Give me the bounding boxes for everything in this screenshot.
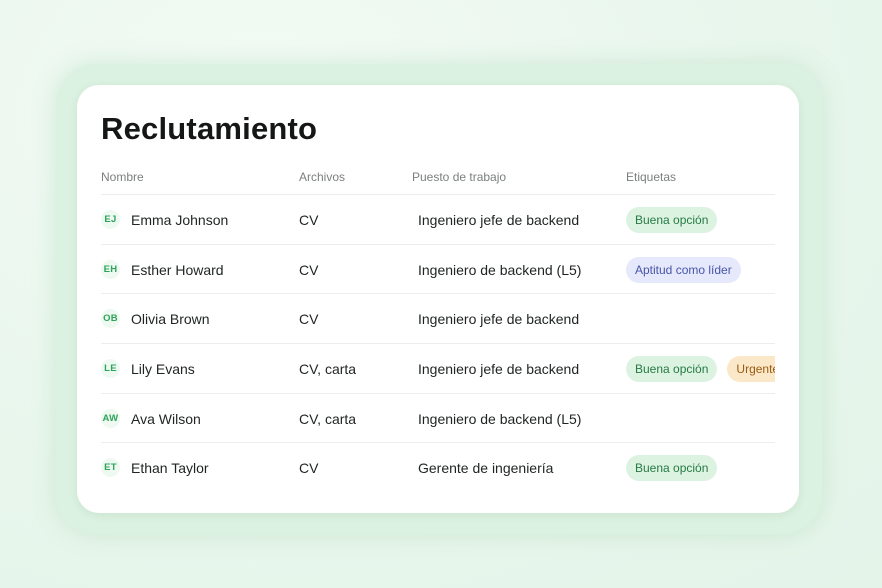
tag-badge[interactable]: Aptitud como líder	[626, 256, 741, 283]
tag-list: Aptitud como líder	[626, 256, 741, 283]
table-header: Nombre Archivos Puesto de trabajo Etique…	[101, 161, 775, 195]
header-name[interactable]: Nombre	[101, 170, 144, 184]
candidate-name: Emma Johnson	[131, 212, 229, 228]
avatar: ET	[101, 458, 120, 478]
avatar: LE	[101, 359, 120, 379]
table-row[interactable]: ET Ethan Taylor CV Gerente de ingeniería…	[101, 443, 775, 493]
header-job[interactable]: Puesto de trabajo	[412, 170, 506, 184]
candidate-name: Ava Wilson	[131, 410, 201, 427]
table-row[interactable]: LE Lily Evans CV, carta Ingeniero jefe d…	[101, 344, 775, 394]
tag-list: Buena opción Urgente	[626, 356, 775, 383]
avatar: EH	[101, 259, 120, 279]
candidate-job: Ingeniero de backend (L5)	[418, 261, 582, 278]
candidate-name: Olivia Brown	[131, 311, 210, 328]
tag-badge[interactable]: Buena opción	[626, 455, 718, 482]
candidate-job: Ingeniero jefe de backend	[418, 361, 580, 378]
table-row[interactable]: EH Esther Howard CV Ingeniero de backend…	[101, 245, 775, 295]
candidate-name: Esther Howard	[131, 261, 224, 278]
candidate-files[interactable]: CV	[299, 262, 318, 278]
candidate-files[interactable]: CV	[299, 460, 318, 476]
tag-badge[interactable]: Buena opción	[626, 207, 718, 233]
page-title: Reclutamiento	[101, 111, 318, 146]
table-row[interactable]: AW Ava Wilson CV, carta Ingeniero de bac…	[101, 394, 775, 444]
candidate-name: Ethan Taylor	[131, 460, 209, 477]
candidate-files[interactable]: CV, carta	[299, 411, 356, 427]
tag-badge[interactable]: Buena opción	[626, 356, 718, 383]
header-files[interactable]: Archivos	[299, 170, 345, 184]
avatar: OB	[101, 309, 120, 329]
tag-list: Buena opción	[626, 455, 718, 482]
candidate-files[interactable]: CV	[299, 311, 318, 327]
candidate-job: Ingeniero jefe de backend	[418, 311, 580, 328]
candidate-job: Ingeniero de backend (L5)	[418, 410, 582, 427]
candidate-files[interactable]: CV, carta	[299, 361, 356, 377]
header-tags[interactable]: Etiquetas	[626, 170, 676, 184]
candidate-job: Gerente de ingeniería	[418, 460, 554, 477]
avatar: EJ	[101, 210, 120, 229]
candidate-job: Ingeniero jefe de backend	[418, 212, 580, 228]
tag-list: Buena opción	[626, 207, 718, 233]
candidate-files[interactable]: CV	[299, 212, 318, 228]
candidate-name: Lily Evans	[131, 361, 195, 378]
table-row[interactable]: OB Olivia Brown CV Ingeniero jefe de bac…	[101, 294, 775, 345]
table-row[interactable]: EJ Emma Johnson CV Ingeniero jefe de bac…	[101, 195, 775, 245]
tag-badge[interactable]: Urgente	[727, 356, 775, 383]
candidates-table: Nombre Archivos Puesto de trabajo Etique…	[101, 161, 775, 493]
avatar: AW	[101, 408, 120, 428]
recruitment-card: Reclutamiento Nombre Archivos Puesto de …	[77, 85, 799, 513]
